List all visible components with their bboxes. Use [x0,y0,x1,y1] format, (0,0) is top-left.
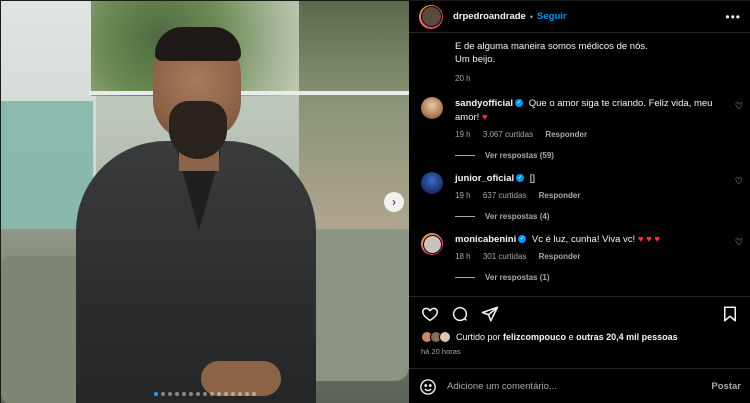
share-send-icon[interactable] [479,303,501,325]
add-comment-bar: Postar [409,368,750,403]
comment-time: 19 h [455,130,471,139]
carousel-dot [217,392,221,396]
view-replies-button[interactable]: Ver respostas (4) [455,212,727,221]
carousel-dot [224,392,228,396]
comment-item: sandyofficial ✓ Que o amor siga te criand… [409,97,750,160]
carousel-dot [203,392,207,396]
comment-bubble-icon[interactable] [449,303,471,325]
commenter-username[interactable]: sandyofficial [455,98,513,109]
comments-list[interactable]: E de alguma maneira somos médicos de nós… [409,34,750,296]
carousel-dot [154,392,158,396]
action-bar [409,297,750,331]
more-options-icon[interactable]: ••• [725,10,741,24]
comment-time: 18 h [455,252,471,261]
caption-line: E de alguma maneira somos médicos de nós… [455,41,648,52]
comment-likes[interactable]: 637 curtidas [483,191,527,200]
reply-button[interactable]: Responder [545,130,587,139]
liked-by-prefix: Curtido por [456,332,501,342]
like-comment-heart-icon[interactable]: ♡ [735,176,743,187]
comment-time: 19 h [455,191,471,200]
instagram-post-window: › drpedroandrade • Seguir ••• E de algum… [0,0,750,403]
comment-text-block: sandyofficial ✓ Que o amor siga te criand… [455,97,727,125]
comment-text-block: monicabenini ✓ Vc é luz, cunha! Viva vc! … [455,233,727,247]
like-comment-heart-icon[interactable]: ♡ [735,101,743,112]
commenter-avatar[interactable] [421,97,443,119]
comment-meta: 19 h 3.067 curtidas Responder [455,130,727,139]
reply-button[interactable]: Responder [539,252,581,261]
view-replies-button[interactable]: Ver respostas (59) [455,151,727,160]
comment-text: Vc é luz, cunha! Viva vc! [531,234,636,245]
liked-by-joiner: e [568,332,574,342]
like-comment-heart-icon[interactable]: ♡ [735,237,743,248]
comment-text: [] [529,173,536,184]
liked-by-user[interactable]: felizcompouco [503,332,566,342]
verified-badge-icon: ✓ [518,234,527,243]
add-comment-input[interactable] [447,381,712,392]
carousel-dot [168,392,172,396]
post-actions-section: Curtido por felizcompouco e outras 20,4 … [409,296,750,356]
view-replies-label: Ver respostas (4) [485,212,550,221]
carousel-dot [245,392,249,396]
save-bookmark-icon[interactable] [719,303,741,325]
comment-item: monicabenini ✓ Vc é luz, cunha! Viva vc! … [409,233,750,282]
replies-divider [455,216,475,217]
post-time-ago[interactable]: há 20 horas [409,343,750,356]
liker-avatar [439,331,451,343]
carousel-dot [189,392,193,396]
liked-by-summary: Curtido por felizcompouco e outras 20,4 … [409,331,750,343]
like-heart-icon[interactable] [419,303,441,325]
comment-item: junior_oficial ✓ [] 19 h 637 curtidas Res… [409,172,750,221]
carousel-dot [252,392,256,396]
follow-button[interactable]: Seguir [537,11,567,22]
view-replies-button[interactable]: Ver respostas (1) [455,273,727,282]
header-separator: • [529,11,534,22]
commenter-avatar[interactable] [421,172,443,194]
post-side-panel: drpedroandrade • Seguir ••• E de alguma … [409,1,750,403]
reply-button[interactable]: Responder [539,191,581,200]
view-replies-label: Ver respostas (1) [485,273,550,282]
caption-line: Um beijo. [455,54,496,65]
comment-meta: 18 h 301 curtidas Responder [455,252,727,261]
liked-by-others[interactable]: outras 20,4 mil pessoas [576,332,678,342]
author-avatar[interactable] [419,4,443,29]
commenter-avatar[interactable] [421,233,443,255]
comment-text-block: junior_oficial ✓ [] [455,172,727,186]
post-caption: E de alguma maneira somos médicos de nós… [409,34,750,85]
author-username[interactable]: drpedroandrade [453,11,526,22]
post-header: drpedroandrade • Seguir ••• [409,1,750,33]
carousel-dot [182,392,186,396]
commenter-username[interactable]: junior_oficial [455,173,514,184]
caption-timestamp: 20 h [455,74,471,83]
photo-person-beard [169,101,227,159]
verified-badge-icon: ✓ [515,98,524,107]
comment-meta: 19 h 637 curtidas Responder [455,191,727,200]
heart-emoji-icon: ♥ ♥ ♥ [637,234,661,245]
replies-divider [455,155,475,156]
carousel-dot [196,392,200,396]
photo-person-hair [155,27,241,61]
carousel-dot [231,392,235,396]
heart-emoji-icon: ♥ [481,112,488,123]
photo-railing [89,91,409,95]
emoji-picker-icon[interactable] [419,378,437,396]
liker-avatars[interactable] [421,331,451,343]
commenter-username[interactable]: monicabenini [455,234,516,245]
carousel-next-button[interactable]: › [384,192,404,212]
carousel-dot [238,392,242,396]
replies-divider [455,277,475,278]
post-comment-button[interactable]: Postar [711,381,741,392]
carousel-dots [1,392,409,396]
carousel-dot [175,392,179,396]
verified-badge-icon: ✓ [516,173,525,182]
carousel-dot [210,392,214,396]
post-photo[interactable]: › [1,1,409,403]
view-replies-label: Ver respostas (59) [485,151,554,160]
photo-person-hands [201,361,281,396]
carousel-dot [161,392,165,396]
comment-likes[interactable]: 301 curtidas [483,252,527,261]
comment-likes[interactable]: 3.067 curtidas [483,130,533,139]
